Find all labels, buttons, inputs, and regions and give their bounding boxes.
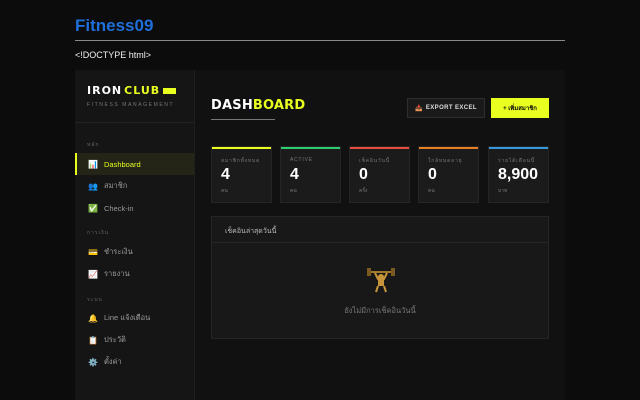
stat-label: รายได้เดือนนี้: [498, 158, 535, 164]
stat-unit: บาท: [498, 188, 508, 194]
brand-name: IRON CLUB: [87, 84, 177, 97]
section-label-main: หลัก: [87, 142, 100, 148]
stat-value: 0: [428, 166, 437, 183]
stat-card-accent-bar: [489, 147, 548, 149]
section-label-system: ระบบ: [87, 297, 103, 303]
title-underline: [211, 119, 275, 120]
sidebar-item-label: ตั้งค่า: [104, 357, 122, 366]
app-window: IRON CLUB FITNESS MANAGEMENT หลัก 📊 Dashb…: [75, 70, 565, 400]
doctype-text: <!DOCTYPE html>: [75, 50, 152, 60]
stat-unit: ครั้ง: [359, 188, 368, 194]
trend-chart-icon: 📈: [88, 269, 98, 279]
page-heading: Fitness09: [75, 16, 154, 35]
stat-label: เช็คอินวันนี้: [359, 158, 390, 164]
clipboard-icon: 📋: [88, 335, 98, 345]
panel-title: เช็คอินล่าสุดวันนี้: [225, 228, 277, 235]
stat-card-accent-bar: [212, 147, 271, 149]
stat-unit: คน: [428, 188, 435, 194]
download-icon: 📥: [414, 105, 423, 112]
sidebar-item-label: Check-in: [104, 203, 134, 213]
stat-card-active: ACTIVE 4 คน: [280, 146, 341, 203]
stat-card-total-members: สมาชิกทั้งหมด 4 คน: [211, 146, 272, 203]
heading-divider: [75, 40, 565, 41]
sidebar-item-label: สมาชิก: [104, 181, 128, 190]
sidebar-item-checkin[interactable]: ✅ Check-in: [75, 197, 194, 219]
sidebar-item-dashboard[interactable]: 📊 Dashboard: [75, 153, 194, 175]
stat-card-expiring: ใกล้หมดอายุ 0 คน: [418, 146, 479, 203]
sidebar-item-label: รายงาน: [104, 269, 130, 278]
export-excel-label: EXPORT EXCEL: [425, 105, 478, 111]
stat-card-accent-bar: [419, 147, 478, 149]
sidebar-divider: [75, 122, 194, 123]
brand-tag-icon: [163, 87, 177, 94]
page-title-block: DASHBOARD: [211, 98, 305, 120]
page-title-part2: BOARD: [252, 98, 306, 113]
sidebar-item-members[interactable]: 👥 สมาชิก: [75, 175, 194, 197]
sidebar: IRON CLUB FITNESS MANAGEMENT หลัก 📊 Dashb…: [75, 70, 195, 400]
section-label-finance: การเงิน: [87, 230, 110, 236]
add-member-button[interactable]: + เพิ่มสมาชิก: [491, 98, 549, 118]
sidebar-item-label: Line แจ้งเตือน: [104, 313, 151, 322]
bar-chart-icon: 📊: [88, 159, 98, 169]
sidebar-item-reports[interactable]: 📈 รายงาน: [75, 263, 194, 285]
users-icon: 👥: [88, 181, 98, 191]
sidebar-item-label: ชำระเงิน: [104, 247, 133, 256]
brand-name-part2: CLUB: [124, 84, 161, 97]
check-icon: ✅: [88, 203, 98, 213]
sidebar-item-label: ประวัติ: [104, 335, 126, 344]
stat-card-accent-bar: [281, 147, 340, 149]
panel-divider: [212, 242, 548, 243]
stat-unit: คน: [221, 188, 228, 194]
sidebar-item-payments[interactable]: 💳 ชำระเงิน: [75, 241, 194, 263]
stat-card-monthly-revenue: รายได้เดือนนี้ 8,900 บาท: [488, 146, 549, 203]
stat-value: 8,900: [498, 166, 539, 183]
sidebar-item-line-notify[interactable]: 🔔 Line แจ้งเตือน: [75, 307, 194, 329]
empty-state-text: ยังไม่มีการเช็คอินวันนี้: [344, 306, 416, 315]
credit-card-icon: 💳: [88, 247, 98, 257]
stat-card-accent-bar: [350, 147, 409, 149]
stat-label: ACTIVE: [290, 157, 313, 163]
stat-unit: คน: [290, 188, 297, 194]
main-content: DASHBOARD 📥 EXPORT EXCEL + เพิ่มสมาชิก ส…: [211, 70, 549, 400]
brand-name-part1: IRON: [87, 84, 123, 97]
stat-label: สมาชิกทั้งหมด: [221, 158, 261, 164]
sidebar-item-label: Dashboard: [104, 159, 141, 169]
stat-value: 4: [290, 166, 299, 183]
gear-icon: ⚙️: [88, 357, 98, 367]
sidebar-item-history[interactable]: 📋 ประวัติ: [75, 329, 194, 351]
brand-subtitle: FITNESS MANAGEMENT: [87, 102, 175, 108]
page-title: DASHBOARD: [211, 98, 305, 113]
bell-icon: 🔔: [88, 313, 98, 323]
export-excel-button[interactable]: 📥 EXPORT EXCEL: [407, 98, 485, 118]
stat-value: 0: [359, 166, 368, 183]
brand-logo[interactable]: IRON CLUB FITNESS MANAGEMENT: [87, 84, 177, 108]
stat-card-checkins-today: เช็คอินวันนี้ 0 ครั้ง: [349, 146, 410, 203]
stat-label: ใกล้หมดอายุ: [428, 158, 463, 164]
sidebar-item-settings[interactable]: ⚙️ ตั้งค่า: [75, 351, 194, 373]
weightlifter-icon: [367, 268, 395, 293]
stat-value: 4: [221, 166, 230, 183]
recent-checkins-panel: เช็คอินล่าสุดวันนี้ ยังไม่มีการเช็คอินวั…: [211, 216, 549, 339]
page-title-part1: DASH: [211, 98, 253, 113]
